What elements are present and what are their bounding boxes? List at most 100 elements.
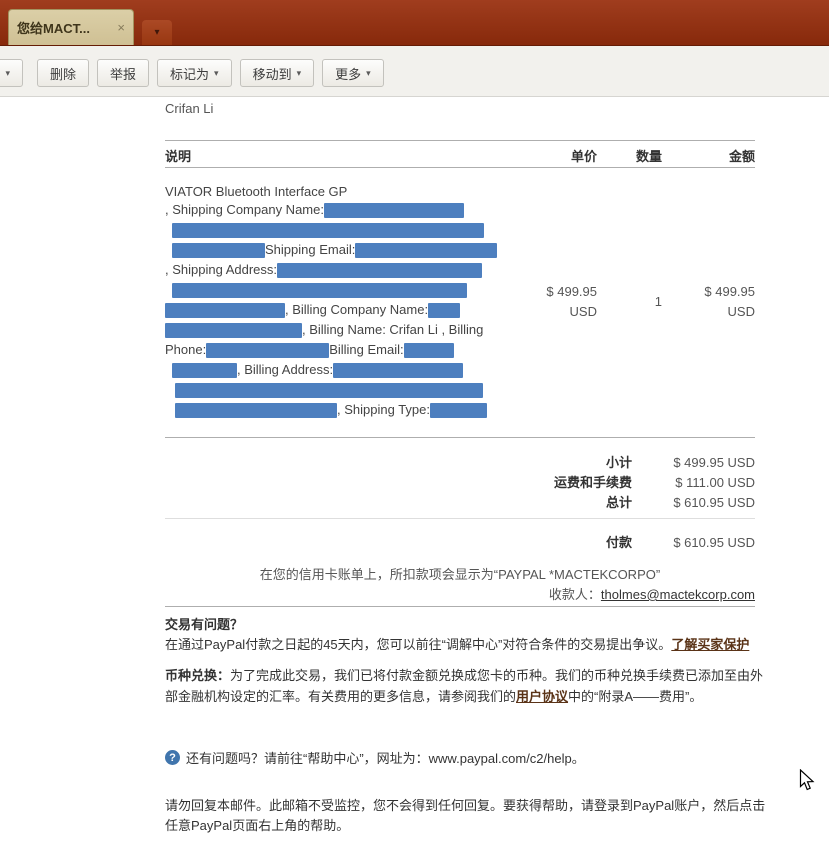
dispute-text: 在通过PayPal付款之日起的45天内，您可以前往“调解中心”对符合条件的交易提…	[165, 637, 672, 652]
dispute-section-title: 交易有问题？	[165, 617, 244, 632]
button-label: 移动到	[252, 66, 292, 82]
toolbar-overflow-left-button[interactable]: ▾	[0, 59, 23, 87]
button-label: 更多	[335, 66, 362, 82]
total-label: 总计	[605, 495, 632, 510]
payment-value: $ 610.95 USD	[673, 535, 755, 550]
divider	[165, 437, 755, 438]
description-text: , Shipping Address:	[165, 262, 278, 277]
payment-label: 付款	[605, 535, 632, 550]
buyer-protection-link[interactable]: 了解买家保护	[671, 637, 749, 652]
caret-down-icon: ▾	[5, 67, 10, 78]
redacted-block	[165, 303, 285, 319]
item-quantity: 1	[654, 293, 662, 309]
description-text: , Billing Name: Crifan Li , Billing	[302, 322, 484, 337]
redacted-block	[165, 323, 302, 339]
shipping-handling-label: 运费和手续费	[553, 475, 632, 490]
divider	[165, 518, 755, 519]
tab-list-dropdown-button[interactable]: ▾	[142, 20, 172, 45]
description-line: , Shipping Company Name:	[165, 200, 520, 220]
currency-exchange-paragraph: 币种兑换：为了完成此交易，我们已将付款金额兑换成您卡的币种。我们的币种兑换手续费…	[165, 665, 771, 707]
description-text: Billing Email:	[329, 342, 404, 357]
card-statement-note: 在您的信用卡账单上，所扣款项会显示为“PAYPAL *MACTEKCORPO”	[259, 567, 661, 582]
payee-line: 收款人：tholmes@mactekcorp.com	[165, 584, 755, 603]
line-item-row: VIATOR Bluetooth Interface GP , Shipping…	[165, 183, 755, 420]
item-description-lines: , Shipping Company Name: Shipping Email:,…	[165, 200, 520, 420]
chevron-down-icon: ▾	[154, 27, 160, 38]
button-label: 标记为	[170, 66, 210, 82]
description-line: , Billing Company Name:	[165, 300, 520, 320]
column-header-description: 说明	[165, 149, 192, 164]
item-title: VIATOR Bluetooth Interface GP	[165, 184, 348, 199]
description-line: , Billing Name: Crifan Li , Billing	[165, 320, 520, 340]
item-table-header: 说明 单价 数量 金额	[165, 146, 755, 165]
payee-email-link[interactable]: tholmes@mactekcorp.com	[601, 587, 755, 602]
divider	[165, 606, 755, 607]
totals-section: 小计 $ 499.95 USD 运费和手续费 $ 111.00 USD 总计 $…	[165, 453, 755, 513]
redacted-block	[428, 303, 461, 319]
total-value: $ 610.95 USD	[673, 495, 755, 510]
payee-label: 收款人：	[548, 587, 601, 602]
divider	[165, 140, 755, 141]
help-line: ? 还有问题吗？请前往“帮助中心”，网址为：www.paypal.com/c2/…	[165, 748, 585, 767]
currency-exchange-text-2: 中的“附录A——费用”。	[568, 689, 703, 704]
tab-bar: 您给MACT... × ▾	[0, 0, 829, 46]
caret-down-icon: ▾	[366, 67, 371, 78]
description-line: , Billing Address:	[165, 360, 520, 380]
help-question-icon: ?	[165, 750, 180, 765]
button-label: 删除	[50, 66, 77, 82]
currency-exchange-lead: 币种兑换：	[165, 668, 231, 683]
mark-as-button[interactable]: 标记为 ▾	[157, 59, 232, 87]
subtotal-row: 小计 $ 499.95 USD	[165, 453, 755, 473]
help-text: 还有问题吗？请前往“帮助中心”，网址为：www.paypal.com/c2/he…	[186, 751, 585, 766]
button-label: 举报	[110, 66, 137, 82]
description-text: , Billing Address:	[237, 362, 334, 377]
description-text: Shipping Email:	[265, 242, 356, 257]
toolbar-button-row: 删除 举报 标记为 ▾ 移动到 ▾ 更多 ▾	[37, 59, 392, 87]
description-line: Phone: Billing Email:	[165, 340, 520, 360]
move-to-button[interactable]: 移动到 ▾	[239, 59, 315, 87]
toolbar: ▾ 删除 举报 标记为 ▾ 移动到 ▾ 更多 ▾	[0, 46, 829, 97]
item-amount: $ 499.95 USD	[662, 282, 755, 322]
item-description-cell: VIATOR Bluetooth Interface GP , Shipping…	[165, 183, 520, 420]
redacted-block	[175, 403, 337, 419]
report-button[interactable]: 举报	[97, 59, 150, 87]
column-header-unit-price: 单价	[570, 149, 597, 164]
subtotal-value: $ 499.95 USD	[673, 455, 755, 470]
shipping-handling-row: 运费和手续费 $ 111.00 USD	[165, 473, 755, 493]
total-row: 总计 $ 610.95 USD	[165, 493, 755, 513]
description-text: , Shipping Type:	[337, 402, 430, 417]
item-amount-value: $ 499.95	[704, 283, 755, 299]
redacted-block	[277, 263, 483, 279]
redacted-block	[430, 403, 487, 419]
no-reply-footer: 请勿回复本邮件。此邮箱不受监控，您不会得到任何回复。要获得帮助，请登录到PayP…	[165, 798, 766, 833]
description-line: , Shipping Type:	[165, 400, 520, 420]
email-body: Crifan Li 说明 单价 数量 金额 VIATOR Bluetooth I…	[165, 97, 785, 843]
more-button[interactable]: 更多 ▾	[322, 59, 384, 87]
subtotal-label: 小计	[605, 455, 632, 470]
email-tab[interactable]: 您给MACT... ×	[8, 9, 134, 45]
redacted-block	[333, 363, 464, 379]
redacted-block	[175, 383, 483, 399]
description-text: Phone:	[165, 342, 207, 357]
redacted-block	[172, 283, 467, 299]
item-amount-currency: USD	[727, 303, 755, 319]
redacted-block	[206, 343, 330, 359]
caret-down-icon: ▾	[214, 67, 219, 78]
recipient-name: Crifan Li	[165, 101, 214, 116]
redacted-block	[403, 343, 454, 359]
delete-button[interactable]: 删除	[37, 59, 90, 87]
divider	[165, 167, 755, 168]
user-agreement-link[interactable]: 用户协议	[516, 689, 568, 704]
email-reading-pane: Crifan Li 说明 单价 数量 金额 VIATOR Bluetooth I…	[0, 97, 829, 843]
column-header-quantity: 数量	[635, 149, 662, 164]
shipping-handling-value: $ 111.00 USD	[675, 475, 755, 490]
redacted-block	[172, 363, 237, 379]
item-unit-price: $ 499.95 USD	[546, 283, 597, 319]
description-line: Shipping Email:	[165, 240, 520, 260]
dispute-paragraph: 在通过PayPal付款之日起的45天内，您可以前往“调解中心”对符合条件的交易提…	[165, 634, 771, 655]
tab-close-icon[interactable]: ×	[117, 20, 125, 35]
redacted-block	[172, 223, 484, 239]
redacted-block	[355, 243, 498, 259]
description-text: , Billing Company Name:	[285, 302, 429, 317]
caret-down-icon: ▾	[296, 67, 302, 78]
